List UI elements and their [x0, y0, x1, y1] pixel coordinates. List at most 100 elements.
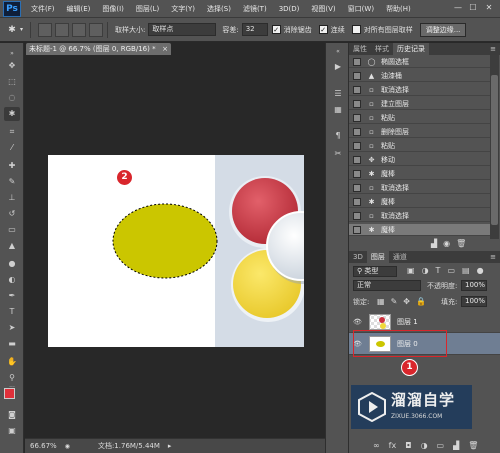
- history-source-checkbox[interactable]: [353, 155, 361, 164]
- crop-tool-icon[interactable]: ⌗: [4, 125, 20, 139]
- history-source-checkbox[interactable]: [353, 127, 361, 136]
- history-item[interactable]: ▫ 取消选择: [349, 182, 490, 194]
- layer-mask-icon[interactable]: ◘: [405, 441, 411, 450]
- history-source-checkbox[interactable]: [353, 197, 361, 206]
- close-icon[interactable]: ✕: [483, 2, 495, 14]
- menu-filter[interactable]: 滤镜(T): [237, 4, 273, 14]
- history-source-checkbox[interactable]: [353, 57, 361, 66]
- collapse-icon[interactable]: «: [331, 45, 345, 58]
- adjustments-icon[interactable]: ☰: [331, 87, 345, 100]
- play-action-icon[interactable]: ▶: [331, 60, 345, 73]
- maximize-icon[interactable]: ☐: [467, 2, 479, 14]
- tab-3d[interactable]: 3D: [349, 251, 367, 263]
- info-icon[interactable]: ◉: [65, 443, 70, 450]
- eraser-tool-icon[interactable]: ▭: [4, 223, 20, 237]
- marquee-tool-icon[interactable]: ⬚: [4, 75, 20, 89]
- new-layer-icon[interactable]: ▟: [453, 441, 459, 450]
- menu-type[interactable]: 文字(Y): [165, 4, 201, 14]
- layer-style-icon[interactable]: fx: [389, 441, 397, 450]
- clone-stamp-icon[interactable]: ⊥: [4, 191, 20, 205]
- history-item[interactable]: ▫ 建立图层: [349, 98, 490, 110]
- minimize-icon[interactable]: —: [452, 2, 464, 14]
- lock-transparency-icon[interactable]: ▦: [377, 297, 385, 306]
- swatches-icon[interactable]: ▦: [331, 103, 345, 116]
- panel-menu-icon[interactable]: ≡: [490, 251, 496, 263]
- fill-input[interactable]: 100%: [461, 296, 487, 307]
- magic-wand-tool-icon[interactable]: ✱: [4, 107, 20, 121]
- type-tool-icon[interactable]: T: [4, 305, 20, 319]
- history-source-checkbox[interactable]: [353, 169, 361, 178]
- history-source-checkbox[interactable]: [353, 99, 361, 108]
- new-selection-icon[interactable]: [38, 22, 52, 37]
- chevron-down-icon[interactable]: ▾: [20, 26, 26, 33]
- tab-styles[interactable]: 样式: [371, 43, 393, 55]
- history-item[interactable]: ✥ 移动: [349, 154, 490, 166]
- history-item[interactable]: ✱ 魔棒: [349, 168, 490, 180]
- opacity-input[interactable]: 100%: [461, 280, 487, 291]
- type-filter-icon[interactable]: T: [436, 266, 441, 275]
- tab-history[interactable]: 历史记录: [393, 43, 429, 55]
- document-canvas[interactable]: [48, 155, 304, 347]
- dodge-tool-icon[interactable]: ◐: [4, 273, 20, 287]
- paint-bucket-icon[interactable]: ▲: [4, 239, 20, 253]
- visibility-eye-icon[interactable]: 👁: [353, 318, 363, 326]
- tool-presets-icon[interactable]: ✂: [331, 147, 345, 160]
- blend-mode-select[interactable]: 正常: [353, 280, 421, 291]
- menu-edit[interactable]: 编辑(E): [61, 4, 97, 14]
- new-document-from-state-icon[interactable]: ▟: [431, 239, 437, 248]
- shape-tool-icon[interactable]: ▬: [4, 337, 20, 351]
- shape-filter-icon[interactable]: ▭: [447, 266, 455, 275]
- panel-menu-icon[interactable]: ≡: [490, 43, 496, 55]
- magic-wand-preset-icon[interactable]: ✱: [4, 22, 20, 38]
- history-source-checkbox[interactable]: [353, 141, 361, 150]
- menu-help[interactable]: 帮助(H): [380, 4, 417, 14]
- tab-channels[interactable]: 通道: [389, 251, 411, 263]
- zoom-level[interactable]: 66.67%: [30, 442, 57, 450]
- smart-object-filter-icon[interactable]: ▤: [462, 266, 470, 275]
- history-item[interactable]: ▫ 粘贴: [349, 112, 490, 124]
- lock-all-icon[interactable]: 🔒: [416, 297, 426, 306]
- path-select-icon[interactable]: ➤: [4, 321, 20, 335]
- history-source-checkbox[interactable]: [353, 183, 361, 192]
- history-brush-icon[interactable]: ↺: [4, 207, 20, 221]
- screen-mode-icon[interactable]: ▣: [4, 424, 20, 438]
- pen-tool-icon[interactable]: ✒: [4, 289, 20, 303]
- history-source-checkbox[interactable]: [353, 71, 361, 80]
- brush-tool-icon[interactable]: ✎: [4, 175, 20, 189]
- healing-brush-icon[interactable]: ✚: [4, 159, 20, 173]
- tab-layers[interactable]: 图层: [366, 251, 389, 263]
- history-source-checkbox[interactable]: [353, 211, 361, 220]
- add-selection-icon[interactable]: [55, 22, 69, 37]
- history-item[interactable]: ▫ 取消选择: [349, 84, 490, 96]
- delete-layer-icon[interactable]: 🗑: [468, 441, 478, 450]
- adjustment-layer-icon[interactable]: ◑: [421, 441, 428, 450]
- lock-position-icon[interactable]: ✥: [403, 297, 410, 306]
- quick-mask-icon[interactable]: ◙: [4, 408, 20, 422]
- contiguous-checkbox[interactable]: ✓: [318, 25, 328, 34]
- lasso-tool-icon[interactable]: ◌: [4, 91, 20, 105]
- blur-tool-icon[interactable]: ●: [4, 257, 20, 271]
- history-item[interactable]: ▲ 油漆桶: [349, 70, 490, 82]
- history-source-checkbox[interactable]: [353, 113, 361, 122]
- history-item[interactable]: ▫ 粘贴: [349, 140, 490, 152]
- all-layers-checkbox[interactable]: [351, 25, 361, 34]
- tolerance-input[interactable]: 32: [241, 23, 268, 36]
- foreground-color-swatch[interactable]: [4, 388, 15, 399]
- subtract-selection-icon[interactable]: [72, 22, 86, 37]
- status-arrow-icon[interactable]: ▸: [168, 442, 172, 450]
- new-group-icon[interactable]: ▭: [437, 441, 445, 450]
- menu-layer[interactable]: 图层(L): [130, 4, 165, 14]
- history-source-checkbox[interactable]: [353, 85, 361, 94]
- layer-filter-select[interactable]: ⚲ 类型: [353, 266, 397, 277]
- menu-window[interactable]: 窗口(W): [342, 4, 380, 14]
- pixel-filter-icon[interactable]: ▣: [407, 266, 415, 275]
- paragraph-icon[interactable]: ¶: [331, 129, 345, 142]
- history-item[interactable]: ▫ 删除图层: [349, 126, 490, 138]
- eyedropper-tool-icon[interactable]: ⁄: [4, 141, 20, 155]
- history-item[interactable]: ▫ 取消选择: [349, 210, 490, 222]
- trash-icon[interactable]: 🗑: [456, 239, 466, 248]
- lock-pixels-icon[interactable]: ✎: [391, 297, 398, 306]
- history-scrollbar[interactable]: [490, 55, 499, 239]
- tab-properties[interactable]: 属性: [349, 43, 371, 55]
- move-tool-icon[interactable]: ✥: [4, 59, 20, 73]
